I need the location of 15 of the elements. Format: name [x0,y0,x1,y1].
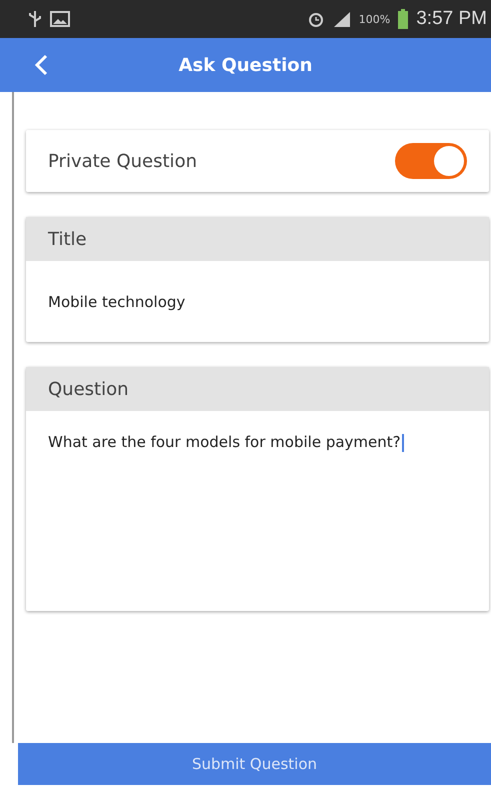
text-area[interactable]: What are the four models for mobile payment? [26,411,489,611]
signal-icon [332,11,351,27]
battery-percent: 100% [358,12,390,26]
input-field[interactable]: Mobile technology [26,261,489,342]
field-label: Title [48,228,87,250]
field-label: Question [48,378,129,400]
usb-icon [28,10,42,28]
toggle-label: Private Question [48,150,197,172]
clock-time: 3:57 PM [416,8,487,30]
battery-icon [398,9,408,29]
screen-title: Ask Question [178,54,314,76]
back-icon[interactable] [34,54,48,76]
toggle-switch[interactable] [395,143,467,179]
image-icon [50,11,70,27]
alarm-icon [306,10,325,28]
